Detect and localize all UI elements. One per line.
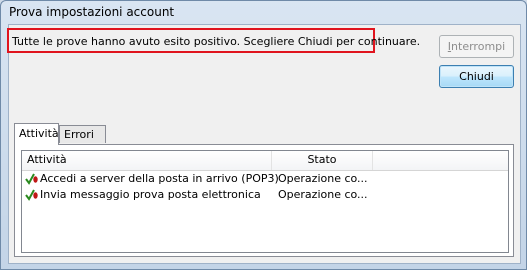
tab-errors[interactable]: Errori bbox=[59, 125, 106, 143]
close-button[interactable]: Chiudi bbox=[439, 65, 514, 88]
activity-list[interactable]: Attività Stato Accedi a server della pos… bbox=[21, 150, 509, 253]
tab-panel: Attività Stato Accedi a server della pos… bbox=[14, 144, 514, 257]
list-header: Attività Stato bbox=[22, 151, 508, 171]
list-item-state: Operazione co... bbox=[278, 172, 368, 185]
list-item-task: Invia messaggio prova posta elettronica bbox=[40, 188, 261, 201]
window-title: Prova impostazioni account bbox=[9, 5, 175, 19]
status-highlight: Tutte le prove hanno avuto esito positiv… bbox=[7, 28, 420, 53]
dialog-window: Prova impostazioni account Tutte le prov… bbox=[0, 0, 527, 270]
list-item[interactable]: Accedi a server della posta in arrivo (P… bbox=[22, 171, 508, 187]
column-header-state[interactable]: Stato bbox=[272, 151, 373, 170]
column-header-activity[interactable]: Attività bbox=[22, 151, 272, 170]
stop-button[interactable]: Interrompi bbox=[439, 35, 514, 58]
list-item[interactable]: Invia messaggio prova posta elettronica … bbox=[22, 187, 508, 203]
check-success-icon bbox=[25, 187, 39, 203]
list-item-state: Operazione co... bbox=[278, 188, 368, 201]
dialog-content: Tutte le prove hanno avuto esito positiv… bbox=[7, 24, 521, 264]
tab-activity[interactable]: Attività bbox=[14, 123, 59, 145]
stop-button-label: nterrompi bbox=[451, 40, 506, 53]
title-bar[interactable]: Prova impostazioni account bbox=[1, 1, 526, 23]
list-item-task: Accedi a server della posta in arrivo (P… bbox=[40, 172, 279, 185]
check-success-icon bbox=[25, 171, 39, 187]
status-message: Tutte le prove hanno avuto esito positiv… bbox=[12, 35, 421, 48]
column-header-filler bbox=[373, 151, 508, 170]
